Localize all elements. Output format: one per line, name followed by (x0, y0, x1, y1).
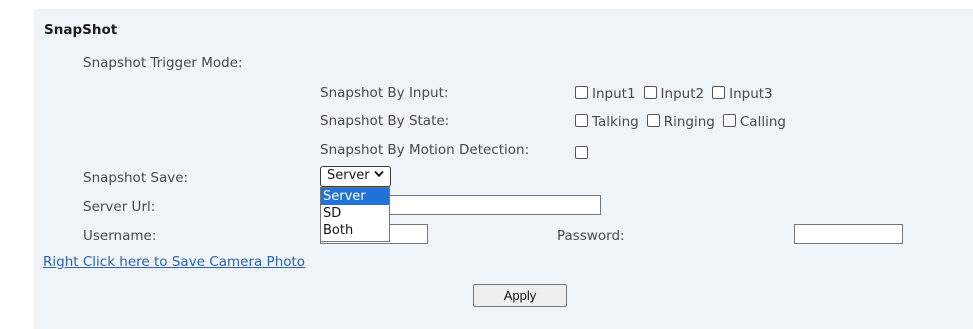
talking-checkbox[interactable] (575, 114, 588, 127)
trigger-mode-label: Snapshot Trigger Mode: (83, 55, 243, 71)
motion-option[interactable] (575, 143, 592, 162)
ringing-option[interactable]: Ringing (646, 114, 715, 130)
select-value: Server (327, 168, 370, 183)
input1-checkbox[interactable] (575, 86, 588, 99)
server-url-label: Server Url: (83, 199, 156, 215)
snapshot-save-options: Server SD Both (320, 187, 390, 242)
username-label: Username: (83, 228, 157, 244)
ringing-checkbox[interactable] (646, 114, 660, 127)
save-photo-link[interactable]: Right Click here to Save Camera Photo (43, 251, 305, 270)
by-state-options: Talking Ringing Calling (575, 114, 794, 130)
snapshot-save-select[interactable]: Server (320, 166, 391, 187)
by-input-label: Snapshot By Input: (320, 85, 449, 101)
input1-option[interactable]: Input1 (575, 86, 636, 102)
snapshot-save-label: Snapshot Save: (83, 170, 189, 186)
calling-label: Calling (739, 114, 786, 130)
by-motion-label: Snapshot By Motion Detection: (320, 142, 530, 158)
calling-option[interactable]: Calling (722, 114, 786, 130)
password-label: Password: (557, 228, 625, 244)
input2-label: Input2 (660, 86, 705, 102)
section-title: SnapShot (44, 22, 118, 38)
input3-label: Input3 (729, 86, 773, 102)
talking-option[interactable]: Talking (575, 114, 639, 130)
talking-label: Talking (592, 114, 639, 130)
save-photo-link-text: Right Click here to Save Camera Photo (43, 254, 306, 270)
calling-checkbox[interactable] (722, 114, 736, 127)
input3-checkbox[interactable] (712, 86, 726, 99)
motion-checkbox[interactable] (575, 146, 588, 159)
input2-checkbox[interactable] (643, 86, 657, 99)
by-state-label: Snapshot By State: (320, 113, 450, 129)
option-sd[interactable]: SD (321, 205, 389, 222)
chevron-down-icon (374, 170, 384, 181)
input1-label: Input1 (592, 86, 636, 102)
password-input[interactable] (794, 224, 903, 244)
apply-button[interactable]: Apply (473, 284, 567, 307)
option-both[interactable]: Both (321, 222, 389, 239)
by-input-options: Input1 Input2 Input3 (575, 86, 781, 102)
option-server[interactable]: Server (321, 188, 389, 205)
input3-option[interactable]: Input3 (712, 86, 773, 102)
input2-option[interactable]: Input2 (643, 86, 705, 102)
ringing-label: Ringing (663, 114, 715, 130)
